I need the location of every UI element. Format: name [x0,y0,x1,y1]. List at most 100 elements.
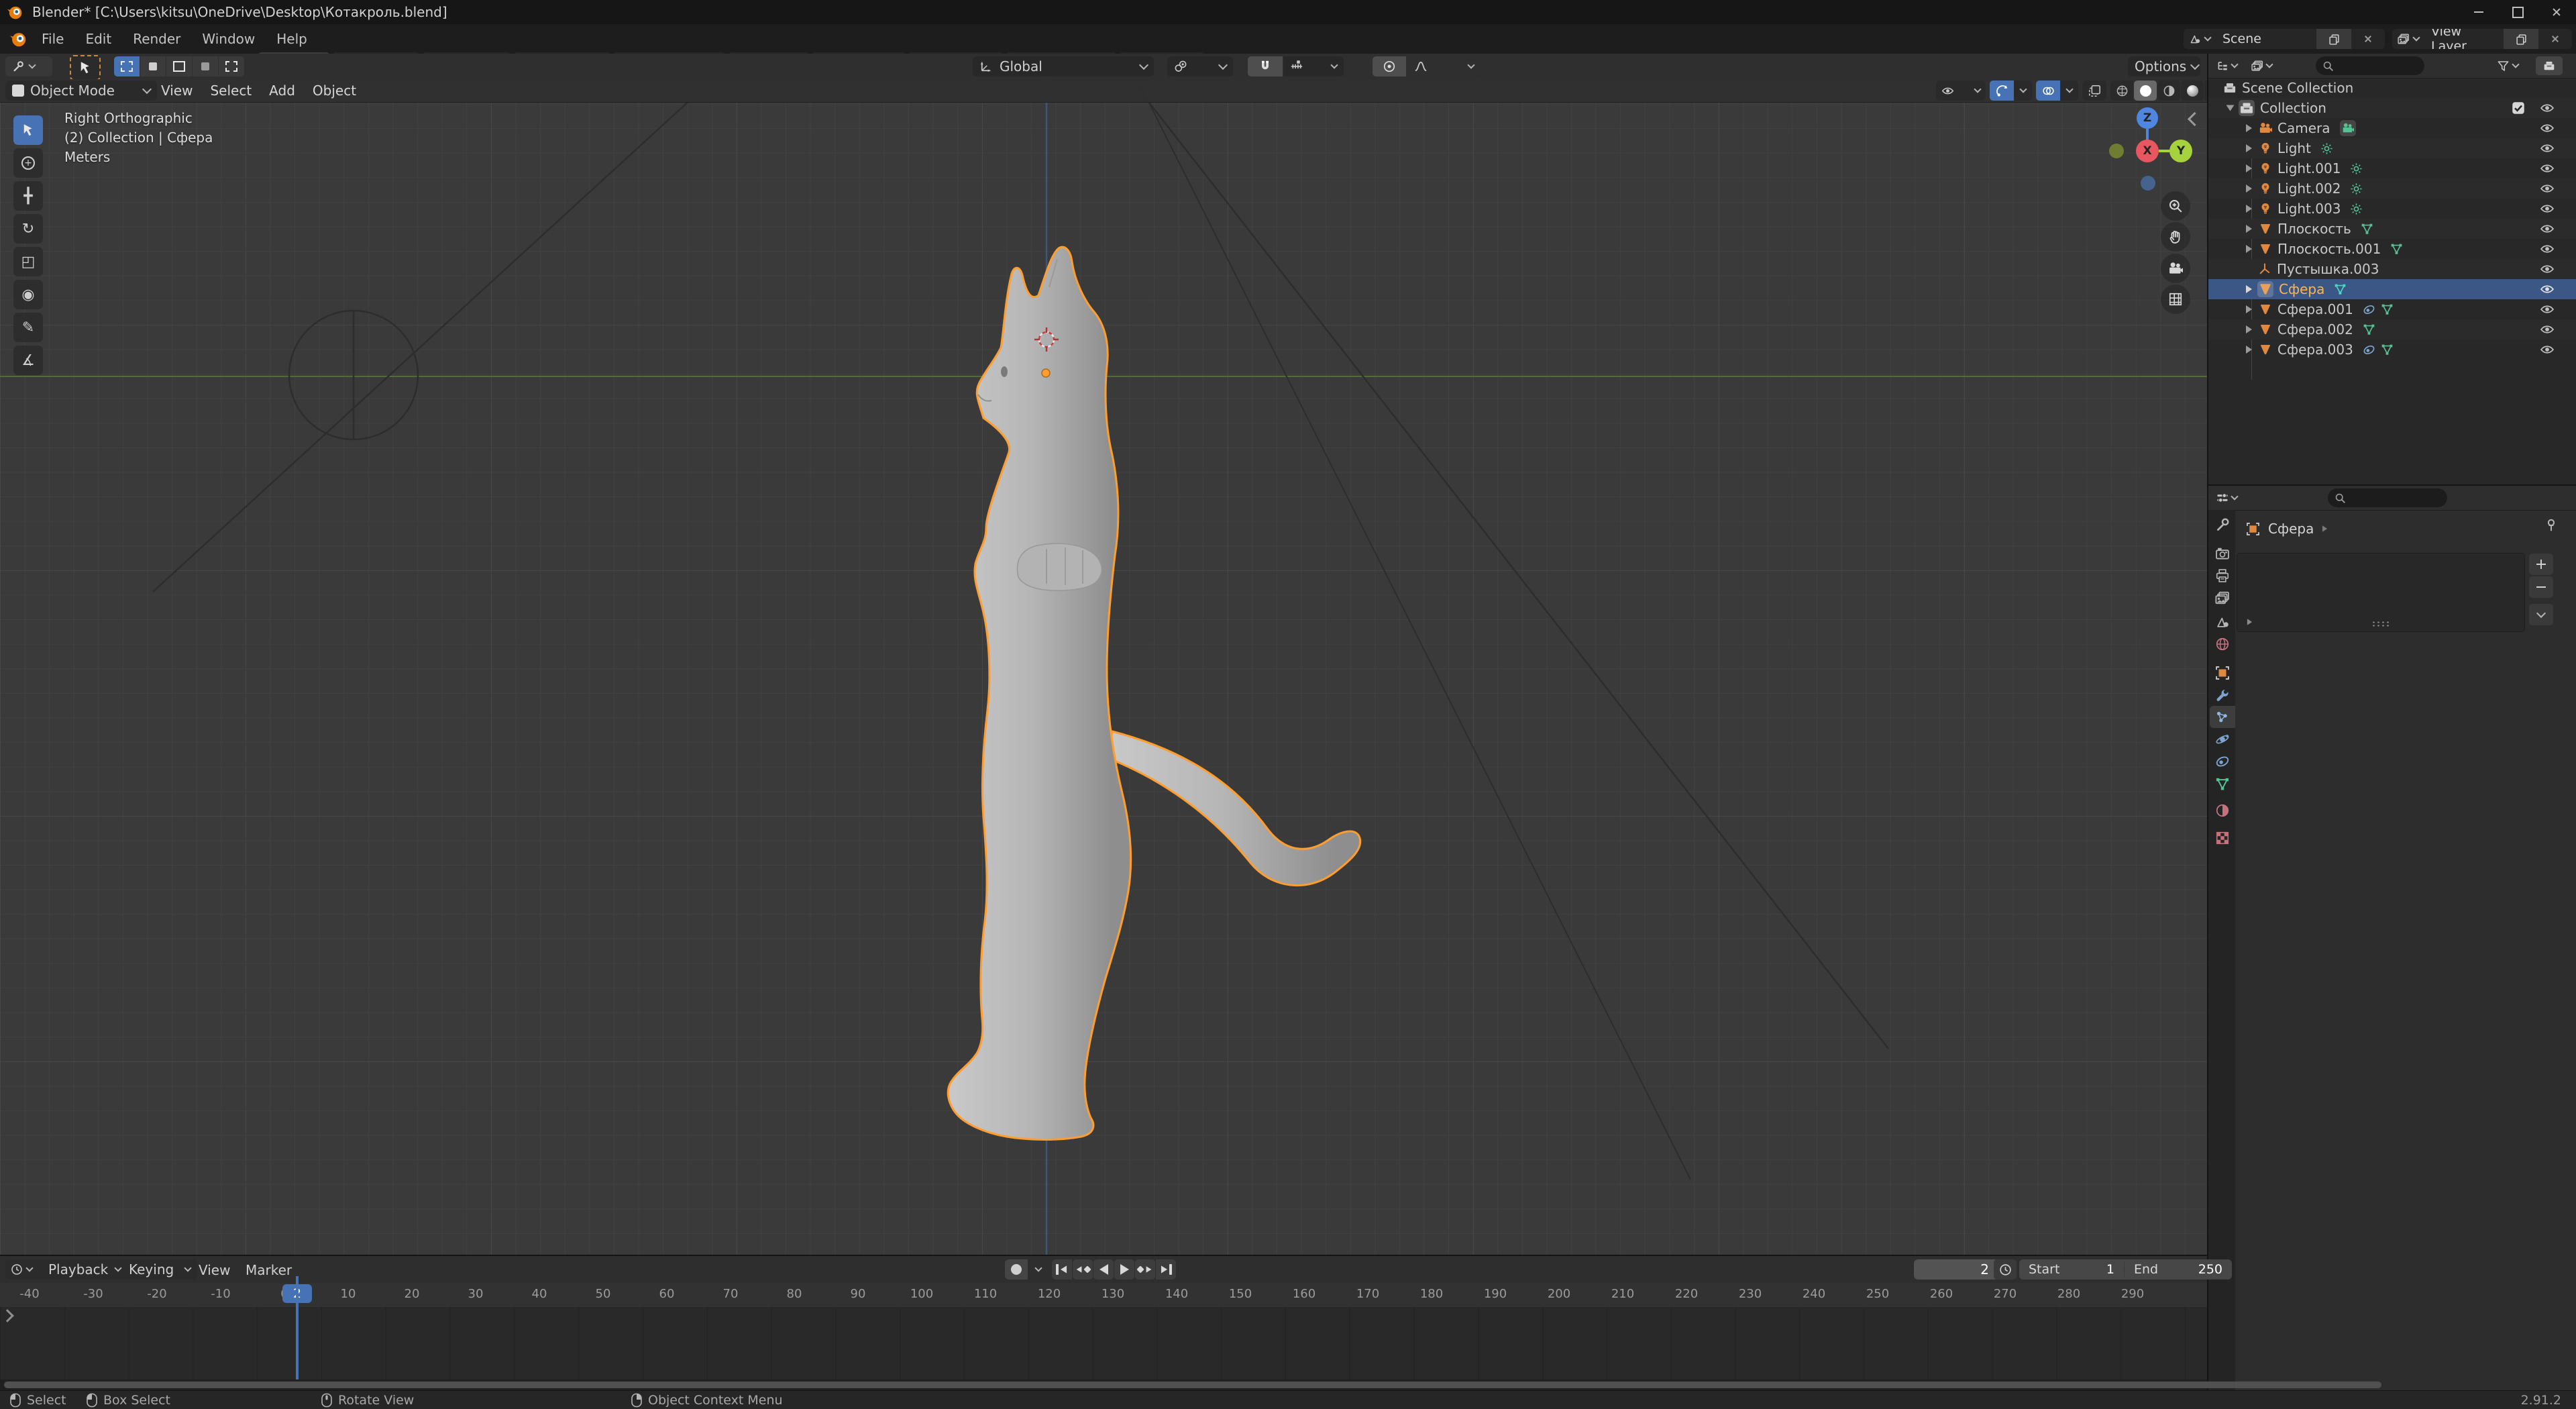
snap-settings-dropdown[interactable] [1283,56,1344,76]
expand-arrow-icon[interactable] [2246,124,2252,132]
scene-name[interactable]: Scene [2216,32,2316,46]
eye-icon[interactable] [2540,121,2555,136]
outliner-row-sphere[interactable]: Сфера [2208,279,2576,299]
outliner-row-scene-collection[interactable]: Scene Collection [2208,78,2576,98]
select-mode-subtract-button[interactable] [166,56,192,76]
end-frame-field[interactable]: End 250 [2125,1262,2232,1277]
outliner-search-input[interactable] [2316,56,2424,75]
gizmo-x-axis[interactable]: X [2136,140,2159,162]
tab-material[interactable] [2210,799,2235,821]
viewport-menu-item[interactable]: View [161,83,193,99]
scrollbar-thumb[interactable] [4,1381,2381,1388]
tab-view-layer[interactable] [2210,586,2235,609]
shading-wireframe-button[interactable] [2110,81,2133,101]
expand-arrow-icon[interactable] [2246,245,2252,253]
outliner-row-sphere-002[interactable]: Сфера.002 [2208,319,2576,340]
timeline-view-menu[interactable]: View [199,1262,230,1278]
tab-object-data[interactable] [2210,773,2235,795]
timeline-ruler[interactable]: -40-30-20-100102030405060708090100110120… [0,1283,2207,1308]
perspective-toggle-button[interactable] [2161,284,2190,314]
expand-arrow-icon[interactable] [2246,285,2252,293]
tab-render[interactable] [2210,542,2235,564]
shading-material-button[interactable] [2157,81,2180,101]
use-preview-range-button[interactable] [1994,1259,2017,1280]
properties-search-input[interactable] [2328,488,2447,507]
menu-item[interactable]: Edit [74,24,122,54]
outliner-row-plane[interactable]: Плоскость [2208,219,2576,239]
auto-keyframe-button[interactable] [1005,1259,1028,1280]
jump-to-start-button[interactable] [1052,1259,1072,1280]
auto-keyframe-dropdown[interactable] [1028,1259,1049,1280]
outliner-row-collection[interactable]: Collection [2208,98,2576,118]
object-origin-dot[interactable] [1042,369,1050,377]
new-scene-button[interactable] [2316,29,2351,49]
gizmos-toggle[interactable] [1990,81,2014,101]
timeline-marker-menu[interactable]: Marker [246,1262,292,1278]
shading-solid-button[interactable] [2134,81,2157,101]
panel-expand-icon[interactable] [2247,619,2252,625]
maximize-button[interactable] [2498,0,2537,24]
active-tool-indicator[interactable] [70,55,101,81]
resize-grip-icon[interactable] [2371,621,2389,627]
playback-dropdown[interactable]: Playback [42,1259,127,1280]
properties-editor-type-dropdown[interactable] [2212,488,2255,507]
expand-arrow-icon[interactable] [2246,346,2252,354]
light-data-icon[interactable] [2350,203,2363,215]
tool-scale[interactable]: ◰ [13,247,43,276]
minimize-button[interactable] [2459,0,2498,24]
next-keyframe-button[interactable] [1135,1259,1155,1280]
select-mode-invert-button[interactable] [193,56,218,76]
tab-particles[interactable] [2210,706,2235,728]
outliner-row-empty-003[interactable]: Пустышка.003 [2208,259,2576,279]
timeline-scrollbar[interactable] [0,1379,2207,1390]
eye-icon[interactable] [2540,342,2555,357]
new-collection-button[interactable] [2536,56,2563,75]
eye-icon[interactable] [2540,161,2555,176]
constraint-icon[interactable] [2363,303,2375,316]
outliner-row-light[interactable]: Light [2208,138,2576,158]
close-button[interactable] [2537,0,2576,24]
cat-body[interactable] [948,247,1130,1139]
outliner-row-sphere-003[interactable]: Сфера.003 [2208,340,2576,360]
outliner-row-light-002[interactable]: Light.002 [2208,178,2576,199]
zoom-button[interactable] [2161,191,2190,221]
light-data-icon[interactable] [2350,182,2363,195]
mesh-data-icon[interactable] [2361,223,2373,236]
tab-modifiers[interactable] [2210,684,2235,706]
tab-physics[interactable] [2210,728,2235,750]
eye-icon[interactable] [2540,242,2555,256]
tool-rotate[interactable]: ↻ [13,214,43,244]
camera-view-button[interactable] [2161,254,2190,283]
outliner-row-light-003[interactable]: Light.003 [2208,199,2576,219]
light-data-icon[interactable] [2320,142,2333,155]
tool-transform[interactable]: ◉ [13,280,43,309]
active-tool-dropdown[interactable] [5,56,52,76]
playhead-line[interactable] [296,1276,299,1379]
eye-icon[interactable] [2540,282,2555,297]
eye-icon[interactable] [2540,141,2555,156]
current-frame-field[interactable]: 2 [1914,1259,1998,1280]
eye-icon[interactable] [2540,101,2555,115]
blender-menu-icon[interactable] [9,30,27,48]
menu-item[interactable]: Help [266,24,318,54]
outliner-display-mode-dropdown[interactable] [2247,56,2289,75]
tab-constraints[interactable] [2210,750,2235,772]
transform-orientation-dropdown[interactable]: Global [973,56,1154,76]
mode-dropdown[interactable]: Object Mode [5,81,157,101]
expand-arrow-icon[interactable] [2226,105,2235,111]
select-mode-intersect-button[interactable] [219,56,244,76]
outliner-row-light-001[interactable]: Light.001 [2208,158,2576,178]
pivot-point-dropdown[interactable] [1167,56,1233,76]
pin-icon[interactable] [2544,518,2559,533]
eye-icon[interactable] [2540,302,2555,317]
tab-object[interactable] [2210,662,2235,684]
tab-tool[interactable] [2210,513,2235,535]
gizmo-z-axis[interactable]: Z [2137,107,2158,129]
new-view-layer-button[interactable] [2504,29,2538,49]
outliner-filter-dropdown[interactable] [2497,56,2518,75]
tool-annotate[interactable]: ✎ [13,313,43,342]
mesh-data-icon[interactable] [2381,344,2394,356]
play-reverse-button[interactable] [1093,1259,1114,1280]
expand-arrow-icon[interactable] [2246,325,2252,333]
tool-select-box[interactable] [13,115,43,145]
